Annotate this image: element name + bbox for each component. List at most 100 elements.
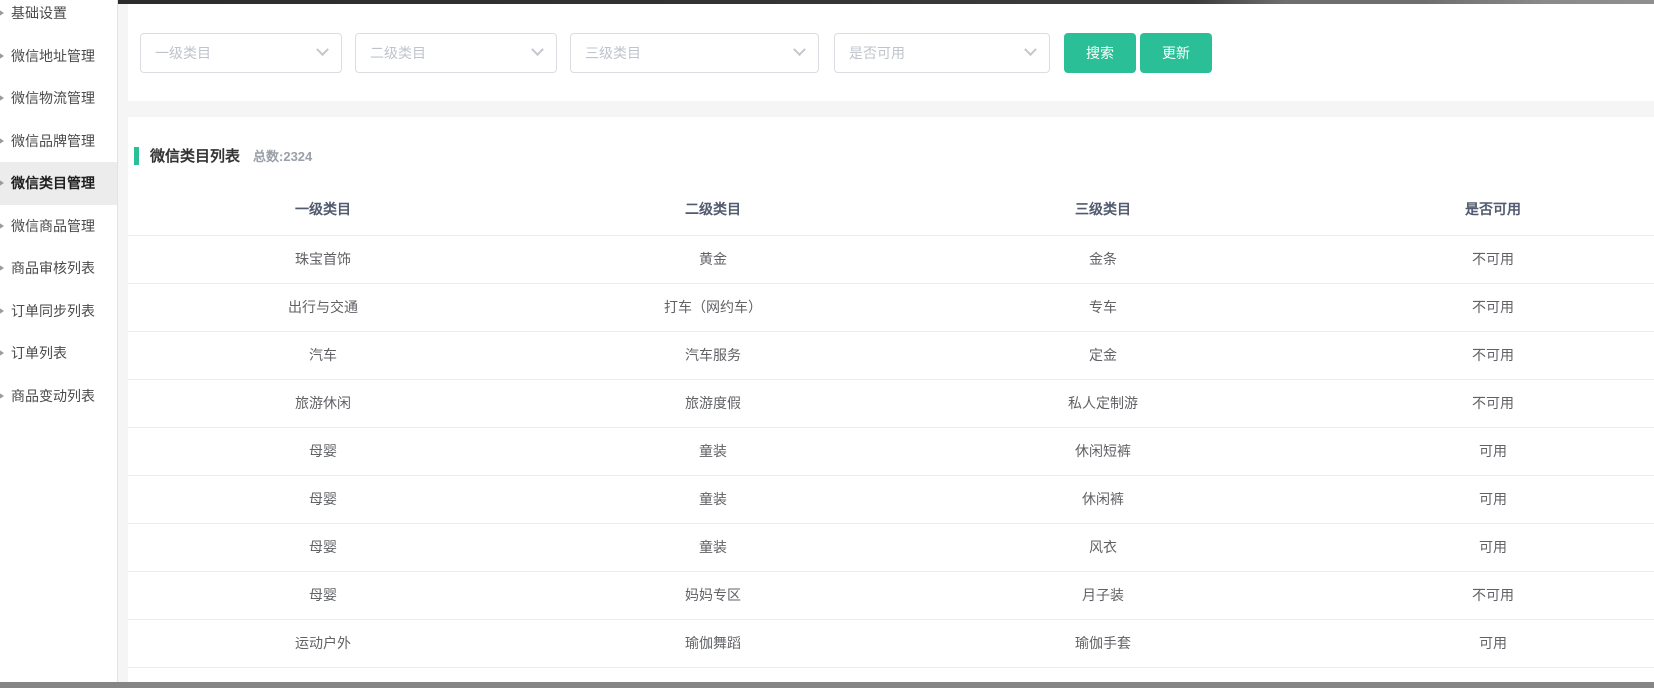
sidebar-item-label: 商品变动列表 <box>11 386 95 406</box>
select-placeholder: 一级类目 <box>155 43 211 63</box>
arrow-right-icon <box>0 94 4 102</box>
total-count: 总数:2324 <box>253 146 312 165</box>
select-placeholder: 是否可用 <box>849 43 905 63</box>
table-cell: 可用 <box>1298 524 1654 571</box>
table-cell: 金条 <box>908 236 1298 283</box>
sidebar-item-label: 微信物流管理 <box>11 88 95 108</box>
table-cell: 黄金 <box>518 236 908 283</box>
category-list-panel: 微信类目列表 总数:2324 一级类目二级类目三级类目是否可用 珠宝首饰黄金金条… <box>128 117 1654 682</box>
column-header: 三级类目 <box>908 184 1298 235</box>
chevron-down-icon <box>531 43 544 56</box>
select-level2-category[interactable]: 二级类目 <box>355 33 557 73</box>
table-cell: 母婴 <box>128 428 518 475</box>
table-cell: 瑜伽舞蹈 <box>518 620 908 667</box>
sidebar-item-label: 订单列表 <box>11 343 67 363</box>
select-availability[interactable]: 是否可用 <box>834 33 1050 73</box>
table-cell: 童装 <box>518 476 908 523</box>
update-button[interactable]: 更新 <box>1140 33 1212 73</box>
table-cell: 瑜伽手套 <box>908 620 1298 667</box>
table-cell: 母婴 <box>128 476 518 523</box>
panel-title: 微信类目列表 <box>150 145 240 166</box>
arrow-right-icon <box>0 307 4 315</box>
sidebar-item-1[interactable]: 微信地址管理 <box>0 35 117 78</box>
table-cell: 旅游度假 <box>518 380 908 427</box>
table-row: 出行与交通打车（网约车）专车不可用 <box>128 284 1654 332</box>
select-placeholder: 二级类目 <box>370 43 426 63</box>
arrow-right-icon <box>0 137 4 145</box>
sidebar-item-2[interactable]: 微信物流管理 <box>0 77 117 120</box>
table-cell: 可用 <box>1298 476 1654 523</box>
table-cell: 私人定制游 <box>908 380 1298 427</box>
table-cell: 可用 <box>1298 428 1654 475</box>
table-cell: 旅游休闲 <box>128 380 518 427</box>
chevron-down-icon <box>1024 43 1037 56</box>
sidebar-item-label: 微信品牌管理 <box>11 131 95 151</box>
sidebar-item-4[interactable]: 微信类目管理 <box>0 162 117 205</box>
table-cell: 不可用 <box>1298 236 1654 283</box>
table-cell: 出行与交通 <box>128 284 518 331</box>
arrow-right-icon <box>0 179 4 187</box>
table-cell: 母婴 <box>128 524 518 571</box>
table-cell: 不可用 <box>1298 332 1654 379</box>
filter-row: 一级类目 二级类目 三级类目 是否可用 搜索 更新 <box>128 4 1654 101</box>
table-cell: 童装 <box>518 524 908 571</box>
sidebar-menu: 基础设置微信地址管理微信物流管理微信品牌管理微信类目管理微信商品管理商品审核列表… <box>0 0 117 417</box>
sidebar-item-7[interactable]: 订单同步列表 <box>0 290 117 333</box>
table-cell: 不可用 <box>1298 572 1654 619</box>
table-row: 母婴童装风衣可用 <box>128 524 1654 572</box>
table-cell: 休闲短裤 <box>908 428 1298 475</box>
table-cell: 专车 <box>908 284 1298 331</box>
table-cell: 不可用 <box>1298 284 1654 331</box>
table-cell: 打车（网约车） <box>518 284 908 331</box>
sidebar-item-9[interactable]: 商品变动列表 <box>0 375 117 418</box>
table-cell: 月子装 <box>908 572 1298 619</box>
sidebar-item-label: 微信地址管理 <box>11 46 95 66</box>
table-cell: 童装 <box>518 428 908 475</box>
arrow-right-icon <box>0 349 4 357</box>
table-row: 珠宝首饰黄金金条不可用 <box>128 236 1654 284</box>
table-row: 母婴妈妈专区月子装不可用 <box>128 572 1654 620</box>
arrow-right-icon <box>0 222 4 230</box>
horizontal-scrollbar[interactable] <box>0 682 1654 688</box>
table-cell: 运动户外 <box>128 620 518 667</box>
arrow-right-icon <box>0 9 4 17</box>
sidebar-item-label: 订单同步列表 <box>11 301 95 321</box>
table-cell: 定金 <box>908 332 1298 379</box>
sidebar-item-8[interactable]: 订单列表 <box>0 332 117 375</box>
table-cell: 风衣 <box>908 524 1298 571</box>
sidebar-item-label: 微信类目管理 <box>11 173 95 193</box>
category-table: 一级类目二级类目三级类目是否可用 珠宝首饰黄金金条不可用出行与交通打车（网约车）… <box>128 184 1654 668</box>
sidebar-item-0[interactable]: 基础设置 <box>0 0 117 35</box>
table-cell: 母婴 <box>128 572 518 619</box>
search-button[interactable]: 搜索 <box>1064 33 1136 73</box>
arrow-right-icon <box>0 52 4 60</box>
chevron-down-icon <box>316 43 329 56</box>
table-header-row: 一级类目二级类目三级类目是否可用 <box>128 184 1654 236</box>
select-level3-category[interactable]: 三级类目 <box>570 33 819 73</box>
table-cell: 汽车服务 <box>518 332 908 379</box>
select-placeholder: 三级类目 <box>585 43 641 63</box>
table-cell: 珠宝首饰 <box>128 236 518 283</box>
table-row: 母婴童装休闲短裤可用 <box>128 428 1654 476</box>
table-cell: 妈妈专区 <box>518 572 908 619</box>
column-header: 是否可用 <box>1298 184 1654 235</box>
select-level1-category[interactable]: 一级类目 <box>140 33 342 73</box>
sidebar-item-label: 微信商品管理 <box>11 216 95 236</box>
table-body: 珠宝首饰黄金金条不可用出行与交通打车（网约车）专车不可用汽车汽车服务定金不可用旅… <box>128 236 1654 668</box>
column-header: 一级类目 <box>128 184 518 235</box>
sidebar-item-6[interactable]: 商品审核列表 <box>0 247 117 290</box>
sidebar-item-label: 基础设置 <box>11 3 67 23</box>
sidebar-item-5[interactable]: 微信商品管理 <box>0 205 117 248</box>
sidebar-item-3[interactable]: 微信品牌管理 <box>0 120 117 163</box>
filter-panel: 一级类目 二级类目 三级类目 是否可用 搜索 更新 <box>128 4 1654 101</box>
sidebar: 基础设置微信地址管理微信物流管理微信品牌管理微信类目管理微信商品管理商品审核列表… <box>0 0 118 682</box>
chevron-down-icon <box>793 43 806 56</box>
table-cell: 不可用 <box>1298 380 1654 427</box>
table-row: 母婴童装休闲裤可用 <box>128 476 1654 524</box>
arrow-right-icon <box>0 392 4 400</box>
table-row: 汽车汽车服务定金不可用 <box>128 332 1654 380</box>
table-row: 运动户外瑜伽舞蹈瑜伽手套可用 <box>128 620 1654 668</box>
accent-bar <box>134 147 139 165</box>
column-header: 二级类目 <box>518 184 908 235</box>
table-cell: 可用 <box>1298 620 1654 667</box>
